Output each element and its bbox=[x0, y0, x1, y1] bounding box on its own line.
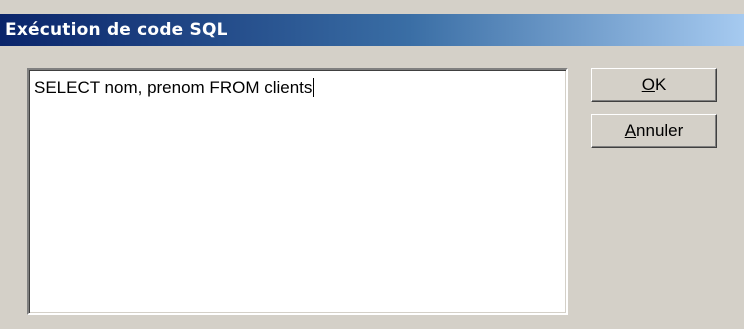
sql-code-textarea[interactable]: SELECT nom, prenom FROM clients bbox=[27, 68, 568, 315]
text-caret bbox=[313, 78, 315, 97]
ok-button[interactable]: OK bbox=[591, 68, 717, 102]
ok-button-label: K bbox=[654, 75, 667, 94]
sql-execution-dialog: Exécution de code SQL SELECT nom, prenom… bbox=[0, 0, 744, 329]
sql-code-text: SELECT nom, prenom FROM clients bbox=[34, 78, 313, 97]
cancel-button-label: nnuler bbox=[636, 121, 684, 140]
title-bar[interactable]: Exécution de code SQL bbox=[0, 14, 744, 46]
cancel-button[interactable]: Annuler bbox=[591, 114, 717, 148]
ok-button-accelerator: O bbox=[641, 75, 655, 94]
cancel-button-accelerator: A bbox=[624, 121, 637, 140]
dialog-title: Exécution de code SQL bbox=[5, 20, 228, 40]
